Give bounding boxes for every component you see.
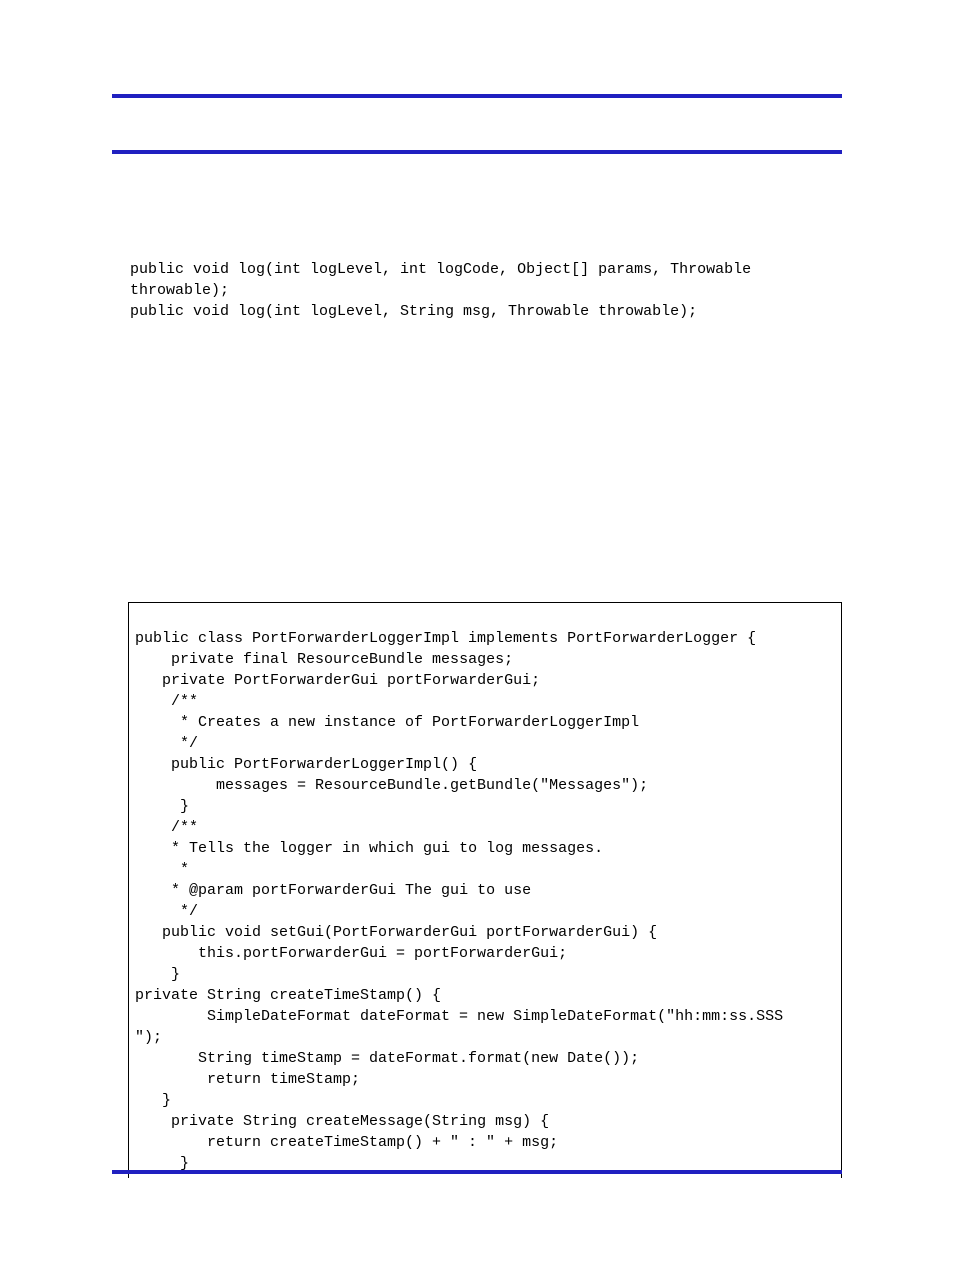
code-line: private PortForwarderGui portForwarderGu… xyxy=(135,672,540,689)
code-line: public void log(int logLevel, int logCod… xyxy=(130,261,751,278)
code-line: private final ResourceBundle messages; xyxy=(135,651,513,668)
code-line: } xyxy=(135,966,180,983)
code-line: throwable); xyxy=(130,282,229,299)
code-line: "); xyxy=(135,1029,162,1046)
code-line: * @param portForwarderGui The gui to use xyxy=(135,882,531,899)
code-line: /** xyxy=(135,819,198,836)
code-line: * xyxy=(135,861,189,878)
code-line: messages = ResourceBundle.getBundle("Mes… xyxy=(135,777,648,794)
code-line: private String createMessage(String msg)… xyxy=(135,1113,549,1130)
code-line: } xyxy=(135,798,189,815)
code-line: public class PortForwarderLoggerImpl imp… xyxy=(135,630,756,647)
code-line: */ xyxy=(135,735,198,752)
code-line: this.portForwarderGui = portForwarderGui… xyxy=(135,945,567,962)
code-line: } xyxy=(135,1092,171,1109)
code-line: public void setGui(PortForwarderGui port… xyxy=(135,924,657,941)
footer-rule xyxy=(112,1170,842,1174)
code-line: /** xyxy=(135,693,198,710)
code-line: return timeStamp; xyxy=(135,1071,360,1088)
code-line: */ xyxy=(135,903,198,920)
code-line: SimpleDateFormat dateFormat = new Simple… xyxy=(135,1008,783,1025)
code-line: * Tells the logger in which gui to log m… xyxy=(135,840,603,857)
code-line: public void log(int logLevel, String msg… xyxy=(130,303,697,320)
code-line: * Creates a new instance of PortForwarde… xyxy=(135,714,639,731)
code-line: String timeStamp = dateFormat.format(new… xyxy=(135,1050,639,1067)
code-line: public PortForwarderLoggerImpl() { xyxy=(135,756,477,773)
code-line: private String createTimeStamp() { xyxy=(135,987,441,1004)
code-line: return createTimeStamp() + " : " + msg; xyxy=(135,1134,558,1151)
method-signatures: public void log(int logLevel, int logCod… xyxy=(130,238,842,322)
code-listing: public class PortForwarderLoggerImpl imp… xyxy=(128,602,842,1178)
